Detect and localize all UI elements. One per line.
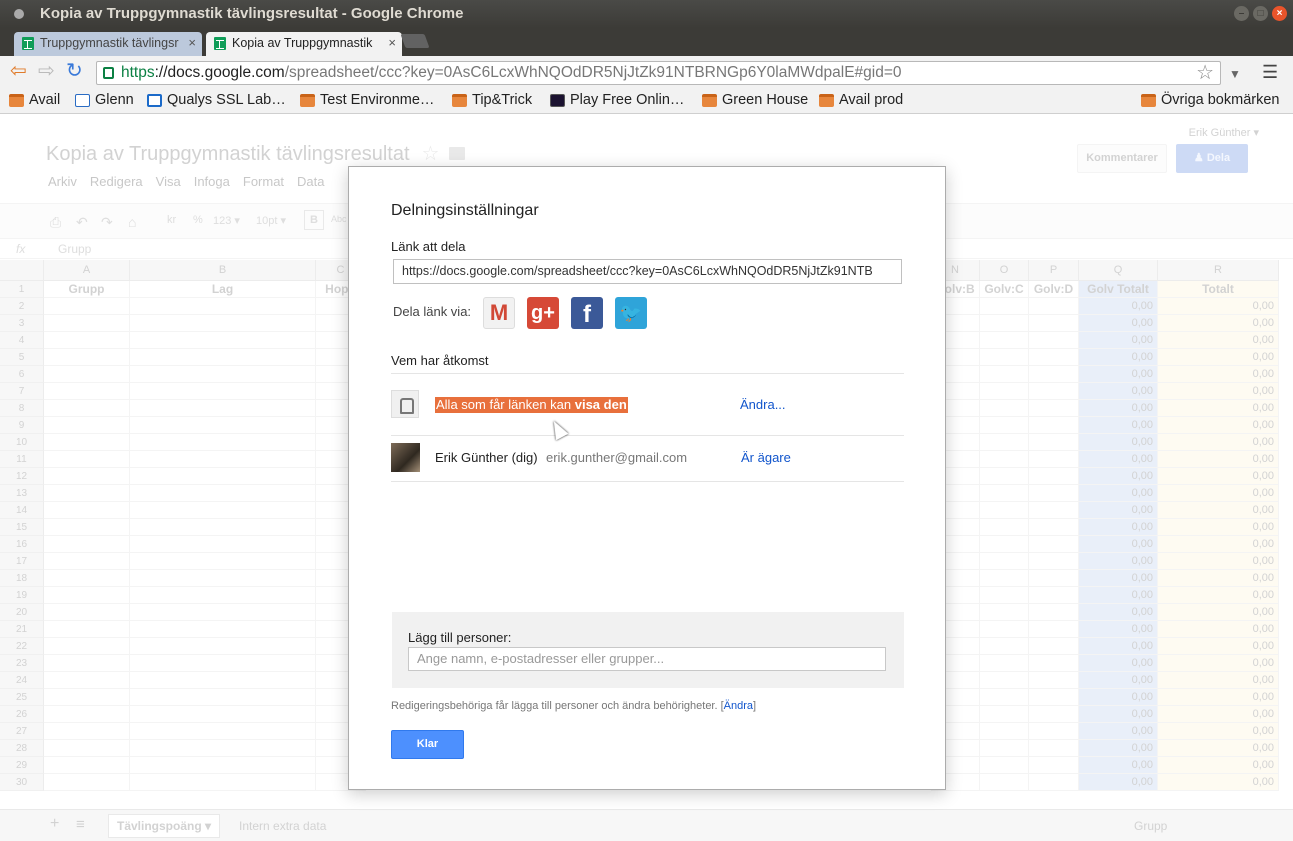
tab-truppgymnastik[interactable]: Truppgymnastik tävlingsr × — [14, 32, 202, 56]
bookmark-label: Qualys SSL Lab… — [167, 92, 286, 108]
divider — [391, 435, 904, 436]
share-via-label: Dela länk via: — [393, 304, 472, 319]
bookmark-label: Play Free Onlin… — [570, 92, 685, 108]
chrome-menu-icon[interactable]: ☰ — [1262, 62, 1278, 82]
owner-role: Är ägare — [741, 450, 791, 465]
bookmarks-bar: Avail Glenn Qualys SSL Lab… Test Environ… — [0, 88, 1293, 114]
url-scheme: https — [121, 64, 155, 81]
share-link-field[interactable]: https://docs.google.com/spreadsheet/ccc?… — [393, 259, 902, 284]
url-host: ://docs.google.com — [154, 64, 285, 81]
link-access-icon — [391, 390, 419, 418]
folder-icon — [702, 94, 717, 107]
bookmark-label: Green House — [722, 92, 809, 108]
lock-icon — [147, 94, 162, 107]
dropdown-icon[interactable]: ▼ — [1229, 64, 1241, 84]
owner-name: Erik Günther (dig) — [435, 450, 538, 465]
twitter-icon[interactable]: 🐦 — [615, 297, 647, 329]
change-access-link[interactable]: Ändra... — [740, 397, 786, 412]
tab-close-icon[interactable]: × — [188, 32, 196, 54]
bookmark-test-environment[interactable]: Test Environme… — [300, 92, 434, 108]
reload-icon[interactable]: ↻ — [66, 61, 83, 81]
url-path: /spreadsheet/ccc?key=0AsC6LcxWhNQOdDR5Nj… — [284, 64, 902, 81]
minimize-icon[interactable]: – — [1234, 6, 1249, 21]
back-icon[interactable]: ⇦ — [10, 61, 27, 81]
sheets-icon — [214, 37, 226, 50]
add-people-label: Lägg till personer: — [408, 630, 512, 645]
add-people-section: Lägg till personer: Ange namn, e-postadr… — [392, 612, 904, 688]
done-button[interactable]: Klar — [391, 730, 464, 759]
permissions-note: Redigeringsbehöriga får lägga till perso… — [391, 700, 757, 712]
window-menu-icon[interactable] — [14, 9, 24, 19]
access-prefix: Alla som får länken kan — [436, 397, 575, 412]
facebook-icon[interactable]: f — [571, 297, 603, 329]
folder-icon — [452, 94, 467, 107]
dialog-title: Delningsinställningar — [391, 202, 539, 219]
tab-close-icon[interactable]: × — [388, 32, 396, 54]
bookmark-label: Test Environme… — [320, 92, 435, 108]
note-change-link[interactable]: Ändra — [724, 700, 753, 712]
bookmark-label: Avail — [29, 92, 61, 108]
address-bar[interactable]: https://docs.google.com/spreadsheet/ccc?… — [96, 61, 1221, 85]
lock-icon — [103, 67, 114, 79]
google-plus-icon[interactable]: g+ — [527, 297, 559, 329]
access-level: visa den — [574, 397, 627, 412]
page-icon — [75, 94, 90, 107]
sharing-dialog: Delningsinställningar Länk att dela http… — [348, 166, 946, 790]
bookmark-star-icon[interactable]: ☆ — [1196, 62, 1214, 84]
bookmark-other[interactable]: Övriga bokmärken — [1141, 92, 1279, 108]
bookmark-play-free[interactable]: Play Free Onlin… — [550, 92, 684, 108]
window-title: Kopia av Truppgymnastik tävlingsresultat… — [40, 5, 464, 22]
browser-toolbar: ⇦ ⇨ ↻ https://docs.google.com/spreadshee… — [0, 56, 1293, 88]
bookmark-avail[interactable]: Avail — [9, 92, 60, 108]
tab-strip: Truppgymnastik tävlingsr × Kopia av Trup… — [0, 28, 1293, 56]
bookmark-avail-prod[interactable]: Avail prod — [819, 92, 903, 108]
bookmark-tiptrick[interactable]: Tip&Trick — [452, 92, 532, 108]
tab-label: Truppgymnastik tävlingsr — [40, 36, 179, 50]
divider — [391, 373, 904, 374]
bookmark-green-house[interactable]: Green House — [702, 92, 808, 108]
window-controls: – □ × — [1234, 6, 1287, 21]
gmail-icon[interactable]: M — [483, 297, 515, 329]
game-icon — [550, 94, 565, 107]
divider — [391, 481, 904, 482]
bookmark-label: Glenn — [95, 92, 134, 108]
folder-icon — [9, 94, 24, 107]
bookmark-label: Avail prod — [839, 92, 904, 108]
avatar — [391, 443, 420, 472]
folder-icon — [300, 94, 315, 107]
link-access-text: Alla som får länken kan visa den — [435, 397, 628, 413]
forward-icon[interactable]: ⇨ — [38, 61, 55, 81]
tab-kopia[interactable]: Kopia av Truppgymnastik × — [206, 32, 402, 56]
bookmark-label: Tip&Trick — [472, 92, 533, 108]
bookmark-label: Övriga bokmärken — [1161, 92, 1280, 108]
owner-email: erik.gunther@gmail.com — [546, 450, 688, 465]
bookmark-glenn[interactable]: Glenn — [75, 92, 134, 108]
tab-label: Kopia av Truppgymnastik — [232, 36, 373, 50]
folder-icon — [1141, 94, 1156, 107]
note-text: Redigeringsbehöriga får lägga till perso… — [391, 700, 718, 712]
window-titlebar: Kopia av Truppgymnastik tävlingsresultat… — [0, 0, 1293, 28]
link-label: Länk att dela — [391, 239, 466, 254]
access-section-title: Vem har åtkomst — [391, 353, 489, 368]
bookmark-qualys[interactable]: Qualys SSL Lab… — [147, 92, 286, 108]
close-window-icon[interactable]: × — [1272, 6, 1287, 21]
sheets-icon — [22, 37, 34, 50]
add-people-input[interactable]: Ange namn, e-postadresser eller grupper.… — [408, 647, 886, 671]
new-tab-button[interactable] — [400, 34, 430, 48]
folder-icon — [819, 94, 834, 107]
maximize-icon[interactable]: □ — [1253, 6, 1268, 21]
